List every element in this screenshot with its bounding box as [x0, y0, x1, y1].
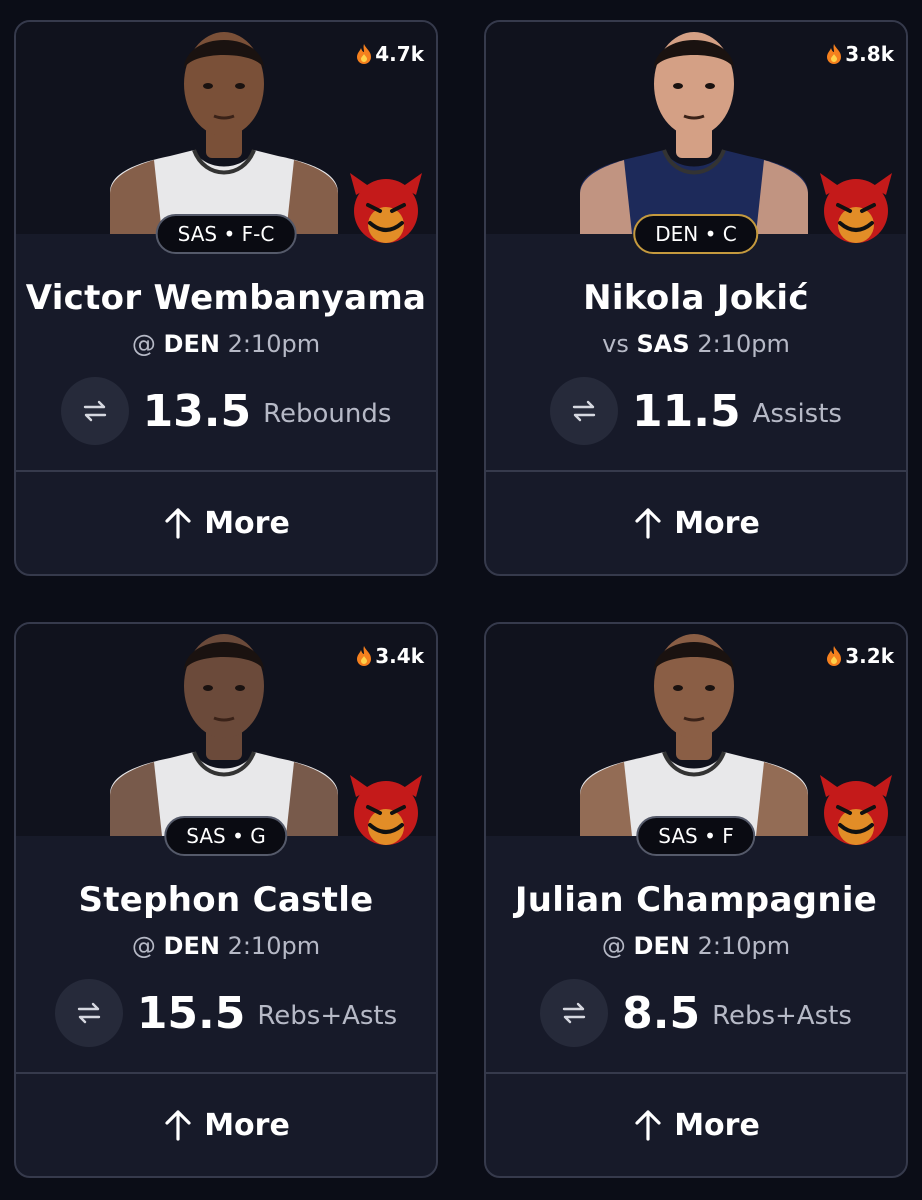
popularity-count: 3.8k [845, 42, 894, 66]
more-label: More [204, 1107, 290, 1143]
game-time: 2:10pm [227, 330, 321, 358]
prop-line-row: 13.5 Rebounds [16, 377, 436, 445]
game-time: 2:10pm [697, 330, 790, 358]
game-matchup: @ DEN 2:10pm [486, 932, 906, 960]
popularity-badge: 3.4k [355, 644, 424, 668]
flame-icon [827, 646, 842, 666]
more-button[interactable]: More [16, 1074, 436, 1176]
flame-icon [357, 44, 372, 64]
player-card[interactable]: 3.2k SAS • F Julian Champagnie @ DEN 2:1… [484, 622, 908, 1178]
opponent-team: DEN [633, 932, 690, 960]
prop-stat-type: Rebs+Asts [712, 1001, 852, 1031]
game-matchup: @ DEN 2:10pm [16, 932, 436, 960]
prop-stat-type: Assists [752, 399, 842, 429]
prop-line-value: 13.5 [142, 385, 252, 437]
more-button[interactable]: More [16, 472, 436, 574]
player-photo-area: 3.2k [486, 624, 906, 845]
opponent-team: SAS [636, 330, 690, 358]
game-matchup: @ DEN 2:10pm [16, 330, 436, 358]
game-time: 2:10pm [697, 932, 791, 960]
player-photo-area: 3.4k [16, 624, 436, 845]
arrow-up-icon [635, 508, 661, 539]
arrow-up-icon [165, 1110, 191, 1141]
player-name: Stephon Castle [78, 880, 374, 920]
player-name: Victor Wembanyama [25, 278, 427, 318]
prop-line-value: 11.5 [632, 385, 741, 437]
popularity-badge: 3.8k [825, 42, 894, 66]
swap-stat-button[interactable] [54, 979, 123, 1047]
swap-arrows-icon [83, 400, 106, 422]
popularity-badge: 3.2k [825, 644, 894, 668]
swap-stat-button[interactable] [550, 377, 619, 445]
props-grid: 4.7k SAS • F-C Victor Wembanyama @ DEN 2… [0, 0, 922, 1200]
player-headshot [110, 32, 338, 234]
player-card[interactable]: 4.7k SAS • F-C Victor Wembanyama @ DEN 2… [14, 20, 438, 576]
player-photo-area: 4.7k [16, 22, 436, 243]
prop-stat-type: Rebounds [263, 399, 392, 429]
devil-emoji-icon [820, 173, 892, 243]
more-button[interactable]: More [486, 472, 906, 574]
team-position-badge: SAS • F-C [155, 214, 297, 254]
prop-line-value: 15.5 [136, 987, 246, 1039]
prop-stat-type: Rebs+Asts [257, 1001, 398, 1031]
more-label: More [674, 505, 760, 541]
team-position-badge: SAS • F [636, 816, 756, 856]
swap-arrows-icon [77, 1002, 101, 1024]
devil-emoji-icon [820, 775, 892, 845]
swap-arrows-icon [572, 400, 596, 422]
popularity-count: 4.7k [375, 42, 424, 66]
popularity-badge: 4.7k [355, 42, 424, 66]
devil-emoji-icon [350, 775, 422, 845]
opponent-team: DEN [163, 330, 220, 358]
team-position-badge: DEN • C [633, 214, 759, 254]
arrow-up-icon [635, 1110, 661, 1141]
player-headshot [110, 634, 338, 836]
player-name: Nikola Jokić [583, 278, 809, 318]
swap-stat-button[interactable] [60, 377, 129, 445]
flame-icon [827, 44, 842, 64]
player-headshot [580, 32, 808, 234]
team-position-badge: SAS • G [164, 816, 288, 856]
more-label: More [204, 505, 290, 541]
prop-line-row: 8.5 Rebs+Asts [486, 979, 906, 1047]
player-card[interactable]: 3.8k DEN • C Nikola Jokić vs SAS 2:10pm … [484, 20, 908, 576]
swap-arrows-icon [562, 1002, 586, 1024]
player-name: Julian Champagnie [514, 880, 878, 920]
more-label: More [674, 1107, 760, 1143]
game-time: 2:10pm [227, 932, 321, 960]
arrow-up-icon [165, 508, 191, 539]
matchup-prefix: vs [602, 330, 629, 358]
popularity-count: 3.4k [375, 644, 424, 668]
matchup-prefix: @ [601, 932, 626, 960]
matchup-prefix: @ [131, 330, 156, 358]
game-matchup: vs SAS 2:10pm [486, 330, 906, 358]
swap-stat-button[interactable] [540, 979, 609, 1047]
devil-emoji-icon [350, 173, 422, 243]
popularity-count: 3.2k [845, 644, 894, 668]
opponent-team: DEN [163, 932, 220, 960]
player-photo-area: 3.8k [486, 22, 906, 243]
more-button[interactable]: More [486, 1074, 906, 1176]
flame-icon [357, 646, 372, 666]
player-headshot [580, 634, 808, 836]
player-card[interactable]: 3.4k SAS • G Stephon Castle @ DEN 2:10pm… [14, 622, 438, 1178]
matchup-prefix: @ [131, 932, 156, 960]
prop-line-row: 15.5 Rebs+Asts [16, 979, 436, 1047]
prop-line-row: 11.5 Assists [486, 377, 906, 445]
prop-line-value: 8.5 [622, 987, 701, 1039]
